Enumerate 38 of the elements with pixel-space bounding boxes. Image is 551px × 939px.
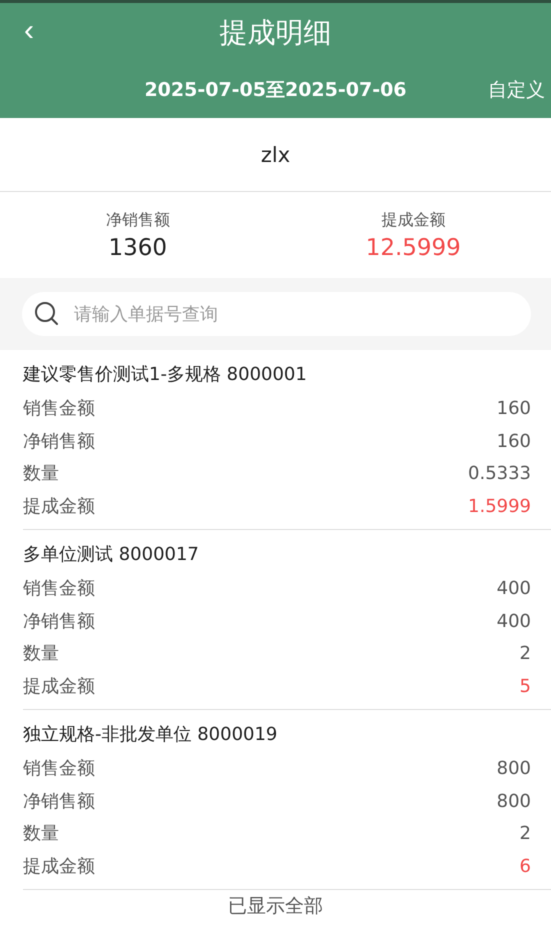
field-value: 2 — [520, 642, 531, 666]
field-label: 净销售额 — [23, 610, 95, 634]
field-label: 销售金额 — [23, 577, 95, 601]
person-name: zlx — [0, 118, 551, 192]
field-label: 销售金额 — [23, 397, 95, 421]
field-value: 800 — [496, 790, 531, 814]
field-value: 1.5999 — [468, 494, 531, 518]
field-value: 400 — [496, 577, 531, 601]
field-label: 数量 — [23, 822, 59, 846]
summary-value: 12.5999 — [366, 234, 461, 260]
end-of-list-text: 已显示全部 — [228, 895, 323, 917]
field-label: 提成金额 — [23, 854, 95, 878]
order-title: 独立规格-非批发单位 8000019 — [23, 723, 278, 747]
summary-value: 1360 — [108, 234, 168, 260]
field-label: 净销售额 — [23, 430, 95, 454]
field-value: 2 — [520, 822, 531, 846]
field-value: 160 — [496, 430, 531, 454]
summary-label: 提成金额 — [381, 210, 446, 230]
field-value: 5 — [520, 674, 531, 698]
page-title: 提成明细 — [220, 14, 332, 50]
field-label: 数量 — [23, 642, 59, 666]
field-value: 400 — [496, 610, 531, 634]
field-label: 提成金额 — [23, 494, 95, 518]
field-label: 净销售额 — [23, 790, 95, 814]
field-label: 提成金额 — [23, 674, 95, 698]
field-value: 6 — [520, 854, 531, 878]
field-value: 800 — [496, 757, 531, 781]
order-title: 多单位测试 8000017 — [23, 543, 200, 567]
summary-label: 净销售额 — [106, 210, 170, 230]
order-title: 建议零售价测试1-多规格 8000001 — [23, 363, 308, 387]
field-label: 销售金额 — [23, 757, 95, 781]
field-value: 0.5333 — [468, 462, 531, 486]
field-value: 160 — [496, 397, 531, 421]
date-range[interactable]: 2025-07-05至2025-07-06 — [144, 77, 407, 103]
search-field[interactable]: 请输入单据号查询 — [22, 292, 531, 336]
custom-link[interactable]: 自定义 — [488, 77, 545, 103]
field-label: 数量 — [23, 462, 59, 486]
back-button[interactable]: ‹ — [20, 13, 38, 49]
